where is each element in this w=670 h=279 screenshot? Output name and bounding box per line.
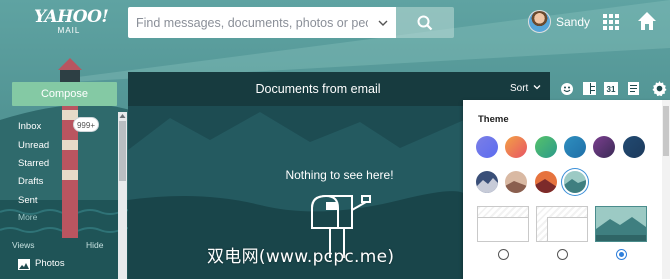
theme-photo-sunset-red[interactable] [535, 171, 557, 193]
calendar-day: 31 [607, 85, 616, 94]
settings-gear-icon[interactable] [652, 81, 667, 96]
scroll-up-arrow-icon[interactable] [118, 112, 127, 120]
emoji-icon[interactable] [560, 82, 574, 96]
photo-icon [18, 259, 30, 270]
user-name: Sandy [556, 15, 591, 29]
search-input[interactable] [128, 7, 368, 38]
theme-swatch-navy[interactable] [623, 136, 645, 158]
theme-swatch-green[interactable] [535, 136, 557, 158]
layout-option-full[interactable] [477, 206, 529, 242]
search-box [128, 7, 396, 38]
views-heading: Views [12, 240, 35, 250]
watermark-text: 双电网(www.pcpc.me) [207, 247, 395, 267]
views-hide-link[interactable]: Hide [86, 240, 103, 250]
home-icon[interactable] [637, 11, 657, 31]
calendar-icon[interactable]: 31 [604, 82, 618, 95]
theme-swatch-orange-pink[interactable] [505, 136, 527, 158]
chevron-down-icon[interactable] [378, 18, 388, 28]
theme-panel-scrollbar[interactable] [662, 100, 670, 279]
empty-state-message: Nothing to see here! [285, 168, 394, 182]
theme-panel-scroll-thumb[interactable] [663, 106, 669, 156]
folder-unread[interactable]: Unread [18, 140, 49, 151]
theme-swatch-blue-purple[interactable] [476, 136, 498, 158]
theme-photo-mountain-dusk[interactable] [476, 171, 498, 193]
search-button[interactable] [396, 7, 454, 38]
folder-starred[interactable]: Starred [18, 158, 49, 169]
yahoo-mail-logo[interactable]: YAHOO! MAIL [34, 7, 109, 35]
folder-more-link[interactable]: More [18, 212, 37, 222]
compose-button[interactable]: Compose [12, 82, 117, 106]
layout-radio-sidebar[interactable] [557, 249, 568, 260]
sidebar-scroll-thumb[interactable] [119, 121, 126, 181]
sort-dropdown[interactable]: Sort [510, 83, 541, 94]
view-item-label: Photos [35, 258, 65, 269]
page-title: Documents from email [255, 82, 381, 96]
search-icon [417, 15, 433, 31]
layout-radio-full[interactable] [498, 249, 509, 260]
layout-option-sidebar[interactable] [536, 206, 588, 242]
inbox-count-badge: 999+ [73, 117, 99, 132]
layout-radio-photo[interactable] [616, 249, 627, 260]
theme-swatch-purple-dark[interactable] [593, 136, 615, 158]
folder-drafts[interactable]: Drafts [18, 176, 43, 187]
avatar[interactable] [528, 10, 551, 33]
folder-inbox[interactable]: Inbox [18, 121, 41, 132]
logo-word: YAHOO! [34, 7, 109, 27]
theme-photo-desert-sky[interactable] [505, 171, 527, 193]
theme-swatch-teal-blue[interactable] [564, 136, 586, 158]
layout-option-photo[interactable] [595, 206, 647, 242]
theme-settings-panel: Theme [463, 100, 670, 279]
apps-grid-icon[interactable] [603, 14, 619, 30]
header-bar: YAHOO! MAIL Sandy [0, 0, 670, 48]
theme-panel-title: Theme [478, 114, 509, 125]
theme-photo-lake-teal[interactable] [564, 171, 586, 193]
folder-sent[interactable]: Sent [18, 195, 38, 206]
chevron-down-icon [533, 85, 541, 90]
layout-icon[interactable] [583, 82, 596, 95]
logo-sub: MAIL [57, 26, 81, 35]
sort-label: Sort [510, 83, 529, 94]
notepad-icon[interactable] [628, 82, 639, 95]
